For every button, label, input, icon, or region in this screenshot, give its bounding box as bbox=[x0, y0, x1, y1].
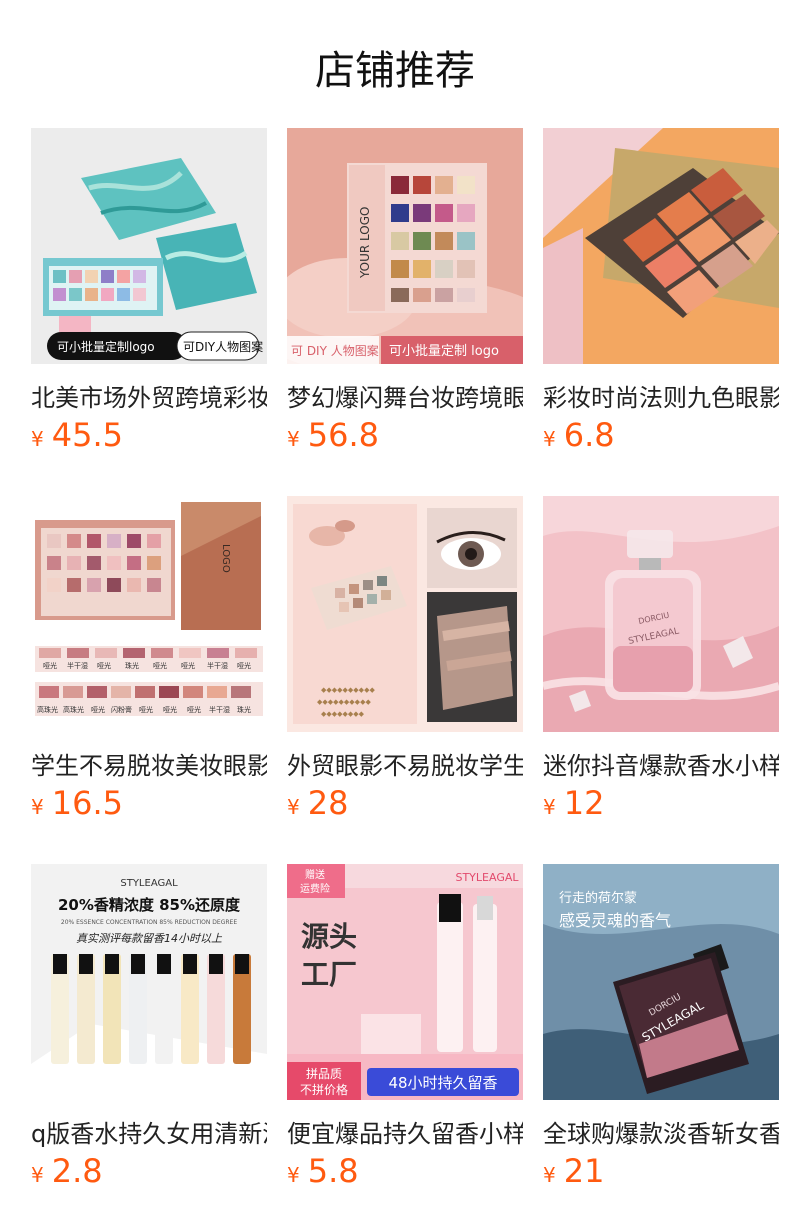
product-card[interactable]: 可小批量定制logo 可DIY人物图案 北美市场外贸跨境彩妆眼影盘 ¥45.5 bbox=[31, 128, 267, 488]
product-image[interactable]: 赠送 运费险 STYLEAGAL 源头 工厂 拼品质 不拼价格 48小时持久留香 bbox=[287, 864, 523, 1100]
product-name[interactable]: 全球购爆款淡香斩女香水 bbox=[543, 1114, 779, 1149]
product-card[interactable]: 行走的荷尔蒙 感受灵魂的香气 DORCIU STYLEAGAL 全球购爆款淡香斩… bbox=[543, 864, 779, 1224]
price-value: 5.8 bbox=[307, 1152, 359, 1190]
svg-text:珠光: 珠光 bbox=[237, 705, 251, 714]
product-name[interactable]: 北美市场外贸跨境彩妆眼影盘 bbox=[31, 378, 267, 413]
product-name[interactable]: 便宜爆品持久留香小样香水 bbox=[287, 1114, 523, 1149]
svg-text:源头: 源头 bbox=[301, 920, 357, 953]
product-name[interactable]: 学生不易脱妆美妆眼影盘 bbox=[31, 746, 267, 781]
svg-text:拼品质: 拼品质 bbox=[306, 1067, 342, 1081]
currency-symbol: ¥ bbox=[543, 795, 556, 819]
product-name[interactable]: 外贸眼影不易脱妆学生眼影盘 bbox=[287, 746, 523, 781]
svg-text:◆◆◆◆◆◆◆◆: ◆◆◆◆◆◆◆◆ bbox=[321, 710, 365, 718]
product-image[interactable]: STYLEAGAL 20%香精浓度 85%还原度 20% ESSENCE CON… bbox=[31, 864, 267, 1100]
currency-symbol: ¥ bbox=[287, 1163, 300, 1187]
product-card[interactable]: LOGO 哑光 半干湿 哑光 珠光 哑光 哑光 半干湿 哑光 高珠光 高珠光 哑… bbox=[31, 496, 267, 856]
product-price: ¥16.5 bbox=[31, 784, 267, 824]
svg-text:20%香精浓度 85%还原度: 20%香精浓度 85%还原度 bbox=[58, 896, 241, 914]
price-value: 45.5 bbox=[51, 416, 123, 454]
price-value: 21 bbox=[563, 1152, 605, 1190]
currency-symbol: ¥ bbox=[31, 427, 44, 451]
section-header: 店铺推荐 bbox=[0, 0, 790, 128]
product-card[interactable]: 彩妆时尚法则九色眼影盘 ¥6.8 bbox=[543, 128, 779, 488]
svg-text:哑光: 哑光 bbox=[139, 705, 153, 714]
svg-text:哑光: 哑光 bbox=[187, 705, 201, 714]
svg-text:闪粉膏: 闪粉膏 bbox=[111, 705, 132, 714]
product-card[interactable]: ◆◆◆◆◆◆◆◆◆◆ ◆◆◆◆◆◆◆◆◆◆ ◆◆◆◆◆◆◆◆ 外贸眼影不易脱妆学… bbox=[287, 496, 523, 856]
product-image[interactable]: DORCIU STYLEAGAL bbox=[543, 496, 779, 732]
svg-text:半干湿: 半干湿 bbox=[67, 661, 88, 670]
product-card[interactable]: YOUR LOGO 可 DIY 人物图案 可小批量定制 logo 梦幻爆闪舞台妆… bbox=[287, 128, 523, 488]
product-card[interactable]: 赠送 运费险 STYLEAGAL 源头 工厂 拼品质 不拼价格 48小时持久留香 bbox=[287, 864, 523, 1224]
product-price: ¥12 bbox=[543, 784, 779, 824]
product-card[interactable]: DORCIU STYLEAGAL 迷你抖音爆款香水小样 ¥12 bbox=[543, 496, 779, 856]
product-image[interactable]: 行走的荷尔蒙 感受灵魂的香气 DORCIU STYLEAGAL bbox=[543, 864, 779, 1100]
svg-text:STYLEAGAL: STYLEAGAL bbox=[455, 871, 519, 884]
svg-text:半干湿: 半干湿 bbox=[207, 661, 228, 670]
product-price: ¥45.5 bbox=[31, 416, 267, 456]
product-price: ¥6.8 bbox=[543, 416, 779, 456]
svg-text:哑光: 哑光 bbox=[181, 661, 195, 670]
price-value: 28 bbox=[307, 784, 349, 822]
product-price: ¥5.8 bbox=[287, 1152, 523, 1192]
product-name[interactable]: q版香水持久女用清新淡香 bbox=[31, 1114, 267, 1149]
product-price: ¥21 bbox=[543, 1152, 779, 1192]
svg-text:◆◆◆◆◆◆◆◆◆◆: ◆◆◆◆◆◆◆◆◆◆ bbox=[317, 698, 371, 706]
product-image[interactable]: 可小批量定制logo 可DIY人物图案 bbox=[31, 128, 267, 364]
product-image[interactable] bbox=[543, 128, 779, 364]
svg-text:48小时持久留香: 48小时持久留香 bbox=[388, 1074, 497, 1092]
product-image[interactable]: ◆◆◆◆◆◆◆◆◆◆ ◆◆◆◆◆◆◆◆◆◆ ◆◆◆◆◆◆◆◆ bbox=[287, 496, 523, 732]
svg-text:赠送: 赠送 bbox=[305, 868, 325, 881]
svg-text:可DIY人物图案: 可DIY人物图案 bbox=[183, 339, 263, 354]
currency-symbol: ¥ bbox=[31, 1163, 44, 1187]
svg-text:哑光: 哑光 bbox=[91, 705, 105, 714]
svg-text:可小批量定制 logo: 可小批量定制 logo bbox=[389, 344, 499, 359]
svg-text:高珠光: 高珠光 bbox=[37, 705, 58, 714]
product-price: ¥28 bbox=[287, 784, 523, 824]
product-card[interactable]: STYLEAGAL 20%香精浓度 85%还原度 20% ESSENCE CON… bbox=[31, 864, 267, 1224]
product-name[interactable]: 梦幻爆闪舞台妆跨境眼影盘 bbox=[287, 378, 523, 413]
svg-text:STYLEAGAL: STYLEAGAL bbox=[120, 878, 178, 889]
svg-text:真实测评每款留香14小时以上: 真实测评每款留香14小时以上 bbox=[76, 932, 223, 945]
product-image[interactable]: YOUR LOGO 可 DIY 人物图案 可小批量定制 logo bbox=[287, 128, 523, 364]
svg-text:工厂: 工厂 bbox=[301, 958, 357, 991]
currency-symbol: ¥ bbox=[31, 795, 44, 819]
svg-text:运费险: 运费险 bbox=[300, 882, 330, 895]
price-value: 12 bbox=[563, 784, 605, 822]
price-value: 16.5 bbox=[51, 784, 123, 822]
svg-text:珠光: 珠光 bbox=[125, 661, 139, 670]
svg-text:YOUR LOGO: YOUR LOGO bbox=[358, 206, 372, 279]
svg-text:哑光: 哑光 bbox=[163, 705, 177, 714]
product-name[interactable]: 彩妆时尚法则九色眼影盘 bbox=[543, 378, 779, 413]
product-price: ¥2.8 bbox=[31, 1152, 267, 1192]
currency-symbol: ¥ bbox=[287, 795, 300, 819]
product-row: 可小批量定制logo 可DIY人物图案 北美市场外贸跨境彩妆眼影盘 ¥45.5 … bbox=[31, 128, 779, 488]
svg-text:◆◆◆◆◆◆◆◆◆◆: ◆◆◆◆◆◆◆◆◆◆ bbox=[321, 686, 375, 694]
product-image[interactable]: LOGO 哑光 半干湿 哑光 珠光 哑光 哑光 半干湿 哑光 高珠光 高珠光 哑… bbox=[31, 496, 267, 732]
product-name[interactable]: 迷你抖音爆款香水小样 bbox=[543, 746, 779, 781]
svg-text:可小批量定制logo: 可小批量定制logo bbox=[57, 339, 155, 354]
svg-text:可 DIY 人物图案: 可 DIY 人物图案 bbox=[291, 343, 379, 358]
svg-text:半干湿: 半干湿 bbox=[209, 705, 230, 714]
product-row: LOGO 哑光 半干湿 哑光 珠光 哑光 哑光 半干湿 哑光 高珠光 高珠光 哑… bbox=[31, 496, 779, 856]
currency-symbol: ¥ bbox=[543, 427, 556, 451]
svg-text:不拼价格: 不拼价格 bbox=[300, 1082, 348, 1097]
svg-text:行走的荷尔蒙: 行走的荷尔蒙 bbox=[559, 890, 637, 906]
price-value: 56.8 bbox=[307, 416, 379, 454]
currency-symbol: ¥ bbox=[543, 1163, 556, 1187]
price-value: 6.8 bbox=[563, 416, 615, 454]
svg-text:感受灵魂的香气: 感受灵魂的香气 bbox=[559, 911, 671, 930]
product-price: ¥56.8 bbox=[287, 416, 523, 456]
product-row: STYLEAGAL 20%香精浓度 85%还原度 20% ESSENCE CON… bbox=[31, 864, 779, 1224]
price-value: 2.8 bbox=[51, 1152, 103, 1190]
svg-text:20% ESSENCE CONCENTRATION 85%: 20% ESSENCE CONCENTRATION 85% REDUCTION … bbox=[61, 919, 237, 926]
svg-text:高珠光: 高珠光 bbox=[63, 705, 84, 714]
svg-text:哑光: 哑光 bbox=[237, 661, 251, 670]
svg-text:LOGO: LOGO bbox=[220, 544, 231, 573]
svg-text:哑光: 哑光 bbox=[97, 661, 111, 670]
currency-symbol: ¥ bbox=[287, 427, 300, 451]
svg-text:哑光: 哑光 bbox=[153, 661, 167, 670]
page-title: 店铺推荐 bbox=[315, 48, 475, 94]
svg-text:哑光: 哑光 bbox=[43, 661, 57, 670]
